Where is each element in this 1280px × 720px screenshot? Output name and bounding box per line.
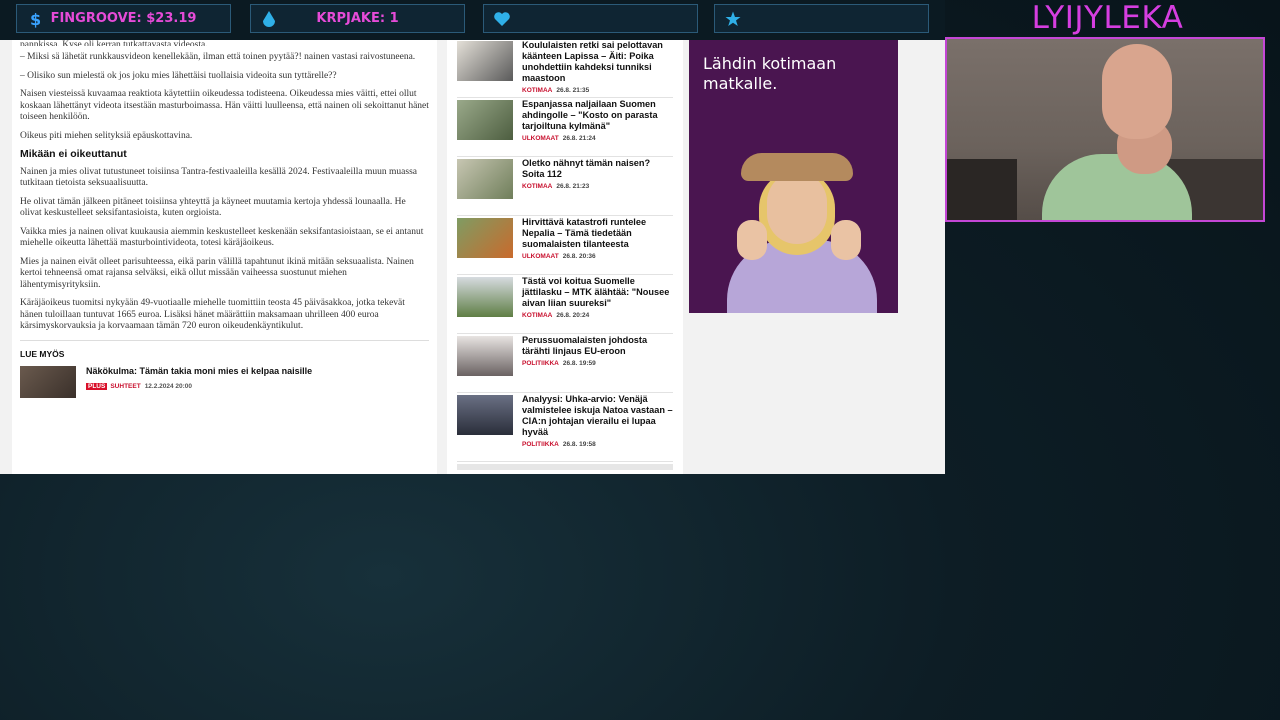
related-article-date: 12.2.2024 20:00	[144, 382, 193, 390]
news-thumbnail[interactable]	[457, 277, 513, 317]
news-category: ULKOMAAT	[522, 253, 559, 260]
stat-box-droplet: KRPJAKE: 1	[250, 4, 465, 33]
news-thumbnail[interactable]	[457, 395, 513, 435]
news-item[interactable]: Perussuomalaisten johdosta tärähti linja…	[457, 335, 673, 393]
browser-viewport: pannkissa. Kyse oli kerran tutkattavasta…	[0, 40, 945, 474]
news-thumbnail[interactable]	[457, 41, 513, 81]
stat-value: FINGROOVE: $23.19	[50, 11, 197, 26]
news-item[interactable]: Espanjassa naljailaan Suomen ahdingolle …	[457, 99, 673, 157]
related-article-category: SUHTEET	[110, 382, 141, 390]
article-subheading: Mikään ei oikeuttanut	[20, 148, 127, 160]
news-date: 26.8. 20:36	[562, 253, 596, 260]
article-paragraph: – Miksi sä lähetät runkkausvideon kenell…	[20, 52, 416, 62]
ad-text: Lähdin kotimaan matkalle.	[703, 54, 837, 93]
news-date: 26.8. 19:58	[562, 441, 596, 448]
article-paragraph: Oikeus piti miehen selityksiä epäuskotta…	[20, 130, 193, 141]
news-category: ULKOMAAT	[522, 135, 559, 142]
news-thumbnail[interactable]	[457, 218, 513, 258]
article-paragraph: Naisen viesteissä kuvaamaa reaktiota käy…	[20, 89, 429, 122]
article-paragraph: Nainen ja mies olivat tutustuneet toisii…	[20, 166, 418, 189]
related-article-link[interactable]: Näkökulma: Tämän takia moni mies ei kelp…	[20, 366, 429, 398]
news-item[interactable]: Analyysi: Uhka-arvio: Venäjä valmistelee…	[457, 394, 673, 462]
news-title[interactable]: Espanjassa naljailaan Suomen ahdingolle …	[522, 99, 673, 132]
star-icon	[723, 9, 743, 29]
read-more-heading: LUE MYÖS	[20, 348, 65, 359]
news-title[interactable]: Hirvittävä katastrofi runtelee Nepalia –…	[522, 217, 673, 250]
streamer-name: LYIJYLEKA	[1031, 0, 1184, 36]
news-title[interactable]: Analyysi: Uhka-arvio: Venäjä valmistelee…	[522, 394, 673, 438]
stat-value: KRPJAKE: 1	[316, 11, 399, 26]
article-paragraph: He olivat tämän jälkeen pitäneet toisiin…	[20, 196, 406, 219]
news-date: 26.8. 21:24	[562, 135, 596, 142]
plus-badge: PLUS	[86, 382, 108, 390]
news-thumbnail[interactable]	[457, 159, 513, 199]
news-item[interactable]: Koululaisten retki sai pelottavan käänte…	[457, 40, 673, 98]
stat-box-star	[714, 4, 929, 33]
news-category: KOTIMAA	[522, 312, 553, 319]
list-item-cutoff	[457, 464, 673, 470]
article-paragraph: Vaikka mies ja nainen olivat kuukausia a…	[20, 226, 424, 249]
stat-box-heart	[483, 4, 698, 33]
news-date: 26.8. 21:23	[556, 183, 590, 190]
news-title[interactable]: Oletko nähnyt tämän naisen? Soita 112	[522, 158, 673, 180]
news-item[interactable]: Hirvittävä katastrofi runtelee Nepalia –…	[457, 217, 673, 275]
article-paragraph: – Olisiko sun mielestä ok jos joku mies …	[20, 70, 337, 81]
related-article-title[interactable]: Näkökulma: Tämän takia moni mies ei kelp…	[86, 366, 312, 378]
news-thumbnail[interactable]	[457, 336, 513, 376]
news-date: 26.8. 21:35	[556, 87, 590, 94]
webcam-feed	[945, 37, 1265, 222]
news-item[interactable]: Tästä voi koitua Suomelle jättilasku – M…	[457, 276, 673, 334]
advertisement-banner[interactable]: Lähdin kotimaan matkalle.	[689, 40, 898, 313]
news-thumbnail[interactable]	[457, 100, 513, 140]
news-category: KOTIMAA	[522, 87, 553, 94]
news-title[interactable]: Perussuomalaisten johdosta tärähti linja…	[522, 335, 673, 357]
news-category: POLITIIKKA	[522, 441, 559, 448]
stat-box-dollar: $ FINGROOVE: $23.19	[16, 4, 231, 33]
news-category: KOTIMAA	[522, 183, 553, 190]
latest-news-list: Koululaisten retki sai pelottavan käänte…	[447, 40, 683, 474]
article-paragraph: pannkissa. Kyse oli kerran tutkattavasta…	[20, 40, 208, 46]
article-body: pannkissa. Kyse oli kerran tutkattavasta…	[12, 40, 437, 474]
news-title[interactable]: Tästä voi koitua Suomelle jättilasku – M…	[522, 276, 673, 309]
news-date: 26.8. 19:59	[562, 360, 596, 367]
news-category: POLITIIKKA	[522, 360, 559, 367]
divider	[20, 339, 429, 341]
article-paragraph: Käräjäoikeus tuomitsi nykyään 49-vuotiaa…	[20, 298, 405, 331]
article-paragraph: Mies ja nainen eivät olleet parisuhteess…	[20, 256, 414, 290]
news-title[interactable]: Koululaisten retki sai pelottavan käänte…	[522, 40, 673, 84]
related-article-thumbnail[interactable]	[20, 366, 76, 398]
news-item[interactable]: Oletko nähnyt tämän naisen? Soita 112 KO…	[457, 158, 673, 216]
news-date: 26.8. 20:24	[556, 312, 590, 319]
heart-icon	[492, 9, 512, 29]
